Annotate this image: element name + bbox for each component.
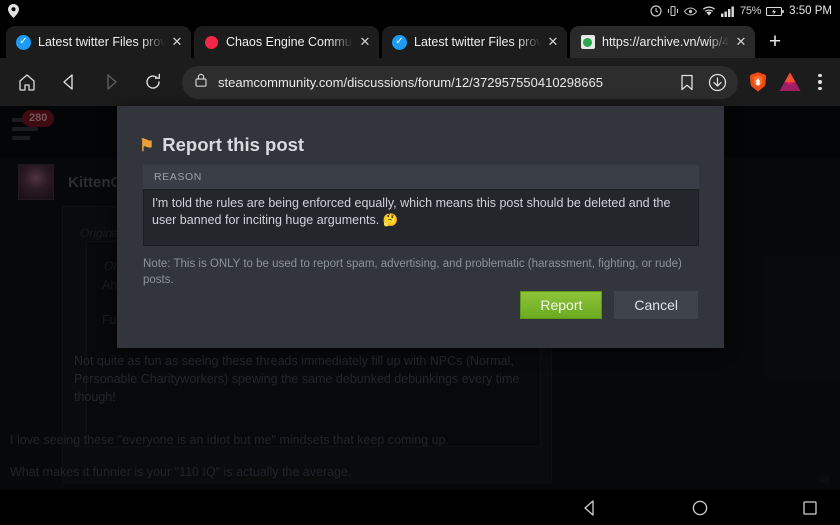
reason-label: REASON bbox=[154, 171, 202, 183]
browser-tab-strip: ✓ Latest twitter Files prove ✕ Chaos Eng… bbox=[0, 22, 840, 58]
home-icon[interactable] bbox=[6, 61, 48, 103]
nav-recents-icon[interactable] bbox=[797, 495, 823, 521]
forward-arrow-icon bbox=[90, 61, 132, 103]
download-icon[interactable] bbox=[702, 73, 732, 92]
eye-icon bbox=[684, 6, 698, 17]
reason-textarea[interactable] bbox=[143, 189, 699, 246]
tab-title: https://archive.vn/wip/44 bbox=[602, 35, 729, 49]
reload-icon[interactable] bbox=[132, 61, 174, 103]
browser-tab-3[interactable]: ✓ Latest twitter Files prove ✕ bbox=[382, 26, 567, 58]
dialog-button-row: Report Cancel bbox=[520, 291, 698, 319]
reason-label-bar: REASON bbox=[143, 165, 699, 189]
nav-home-icon[interactable] bbox=[687, 495, 713, 521]
red-dot-icon bbox=[204, 35, 219, 50]
url-text: steamcommunity.com/discussions/forum/12/… bbox=[218, 74, 603, 90]
back-arrow-icon[interactable] bbox=[48, 61, 90, 103]
browser-tab-1[interactable]: ✓ Latest twitter Files prove ✕ bbox=[6, 26, 191, 58]
android-status-bar: 75% 3:50 PM bbox=[0, 0, 840, 22]
device-screen: 75% 3:50 PM ✓ Latest twitter Files prove… bbox=[0, 0, 840, 525]
browser-tab-4-active[interactable]: https://archive.vn/wip/44 ✕ bbox=[570, 26, 755, 58]
wifi-icon bbox=[702, 6, 716, 17]
tab-close-button[interactable]: ✕ bbox=[733, 34, 749, 50]
tab-title: Chaos Engine Community bbox=[226, 35, 353, 49]
lock-icon bbox=[195, 73, 209, 92]
status-bar-right: 75% 3:50 PM bbox=[650, 5, 832, 17]
status-bar-clock: 3:50 PM bbox=[789, 5, 832, 17]
kebab-menu-icon[interactable] bbox=[806, 61, 834, 103]
flag-icon: ⚑ bbox=[139, 135, 155, 155]
twitter-verified-icon: ✓ bbox=[16, 34, 31, 50]
tab-close-button[interactable]: ✕ bbox=[545, 34, 561, 50]
location-pin-icon bbox=[8, 4, 19, 18]
tab-close-button[interactable]: ✕ bbox=[357, 34, 373, 50]
nav-back-icon[interactable] bbox=[577, 495, 603, 521]
battery-percent-label: 75% bbox=[740, 5, 762, 17]
page-title: Report this post bbox=[162, 134, 305, 155]
report-post-dialog: ⚑ Report this post REASON Note: This is … bbox=[117, 106, 724, 348]
signal-bars-icon bbox=[721, 6, 735, 17]
brave-bat-triangle-icon[interactable] bbox=[778, 70, 802, 94]
tab-title: Latest twitter Files prove bbox=[414, 35, 541, 49]
tab-close-button[interactable]: ✕ bbox=[169, 34, 185, 50]
new-tab-button[interactable]: + bbox=[758, 26, 792, 58]
twitter-verified-icon: ✓ bbox=[392, 34, 407, 50]
android-navigation-bar bbox=[0, 490, 840, 525]
vibrate-icon bbox=[667, 5, 679, 17]
dialog-title-row: ⚑ Report this post bbox=[139, 134, 304, 156]
status-bar-left bbox=[8, 4, 19, 18]
browser-toolbar: steamcommunity.com/discussions/forum/12/… bbox=[0, 58, 840, 106]
url-bar[interactable]: steamcommunity.com/discussions/forum/12/… bbox=[182, 65, 738, 99]
report-button[interactable]: Report bbox=[520, 291, 603, 319]
browser-tab-2[interactable]: Chaos Engine Community ✕ bbox=[194, 26, 379, 58]
brave-shield-lion-icon[interactable] bbox=[747, 71, 769, 93]
sync-icon bbox=[650, 5, 662, 17]
tab-title: Latest twitter Files prove bbox=[38, 35, 165, 49]
bookmark-icon[interactable] bbox=[672, 74, 702, 91]
battery-charging-icon bbox=[766, 6, 784, 17]
reason-field-group: REASON bbox=[143, 165, 699, 246]
dialog-note-text: Note: This is ONLY to be used to report … bbox=[143, 258, 682, 286]
cancel-button[interactable]: Cancel bbox=[614, 291, 698, 319]
archive-icon bbox=[580, 35, 595, 50]
